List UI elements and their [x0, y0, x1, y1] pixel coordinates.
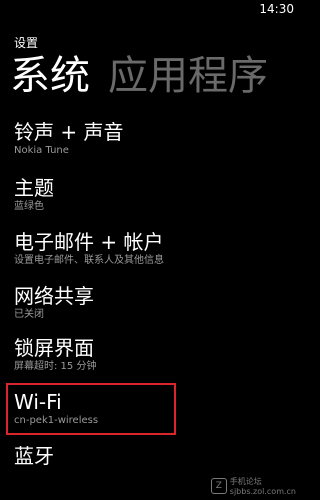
- settings-item-subtitle: Nokia Tune: [14, 145, 69, 156]
- settings-item-theme[interactable]: 主题 蓝绿色: [14, 176, 274, 214]
- settings-item-wifi[interactable]: Wi-Fi cn-pek1-wireless: [14, 390, 274, 428]
- settings-item-subtitle: 屏幕超时: 15 分钟: [14, 361, 97, 372]
- settings-item-subtitle: 已关闭: [14, 309, 44, 320]
- settings-item-title: 电子邮件 + 帐户: [14, 230, 164, 254]
- watermark: Z 手机论坛 sjbbs.zol.com.cn: [210, 476, 296, 496]
- pivot-header: 系统 应用程序: [10, 52, 268, 100]
- settings-item-title: 网络共享: [14, 284, 94, 308]
- watermark-line-1: 手机论坛: [229, 477, 262, 486]
- pivot-tab-applications[interactable]: 应用程序: [108, 53, 268, 99]
- settings-item-bluetooth[interactable]: 蓝牙: [14, 444, 274, 468]
- settings-item-title: 蓝牙: [14, 444, 54, 468]
- settings-item-title: 锁屏界面: [14, 336, 94, 360]
- settings-item-email-accounts[interactable]: 电子邮件 + 帐户 设置电子邮件、联系人及其他信息: [14, 230, 274, 268]
- settings-item-lock-screen[interactable]: 锁屏界面 屏幕超时: 15 分钟: [14, 336, 274, 374]
- settings-item-subtitle: 设置电子邮件、联系人及其他信息: [14, 255, 164, 266]
- clock: 14:30: [259, 2, 294, 16]
- settings-item-ringtones-sounds[interactable]: 铃声 + 声音 Nokia Tune: [14, 120, 274, 158]
- settings-item-title: 主题: [14, 176, 54, 200]
- pivot-tab-system[interactable]: 系统: [10, 53, 90, 99]
- settings-item-subtitle: cn-pek1-wireless: [14, 415, 99, 426]
- status-bar: 14:30: [0, 0, 300, 20]
- watermark-text: 手机论坛 sjbbs.zol.com.cn: [230, 476, 296, 496]
- app-title: 设置: [14, 36, 39, 50]
- settings-item-subtitle: 蓝绿色: [14, 201, 44, 212]
- settings-item-title: 铃声 + 声音: [14, 120, 124, 144]
- settings-item-internet-sharing[interactable]: 网络共享 已关闭: [14, 284, 274, 322]
- watermark-line-2: sjbbs.zol.com.cn: [229, 487, 296, 496]
- settings-item-title: Wi-Fi: [14, 390, 62, 414]
- watermark-logo-icon: Z: [210, 478, 227, 494]
